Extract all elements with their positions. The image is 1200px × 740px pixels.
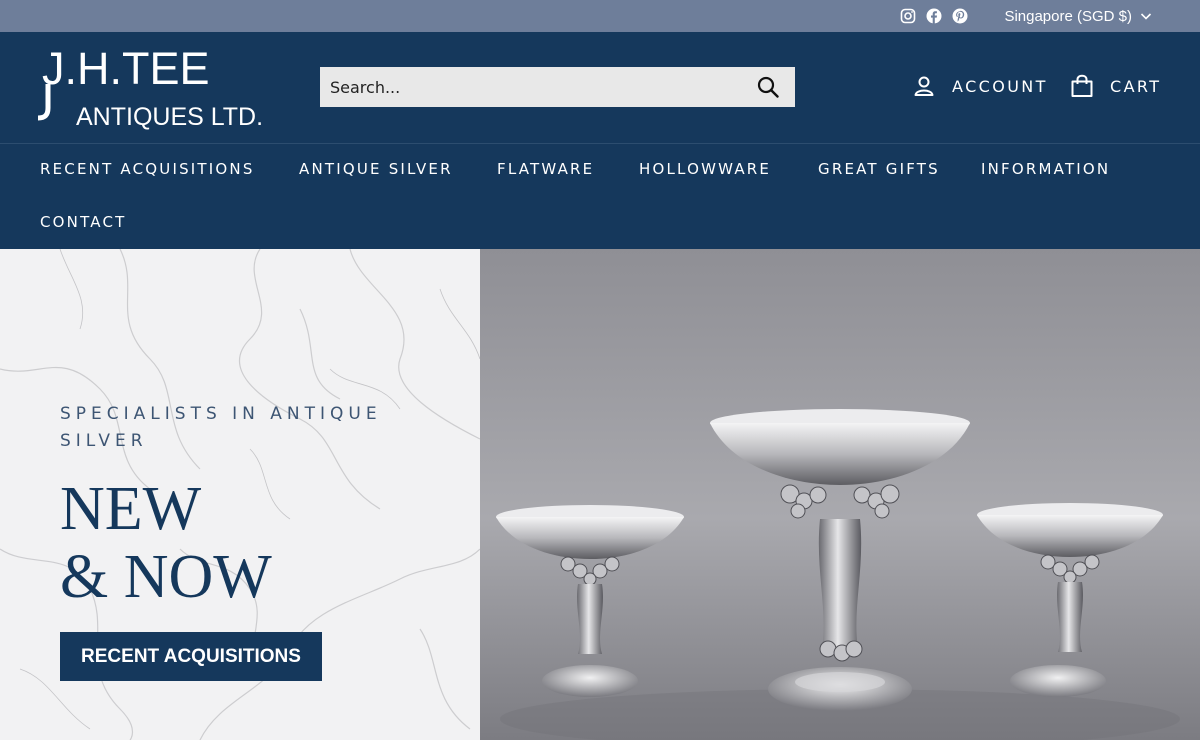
nav-item-flatware[interactable]: FLATWARE xyxy=(497,160,594,178)
hero-headline: NEW & NOW xyxy=(60,475,460,611)
nav-item-great-gifts[interactable]: GREAT GIFTS xyxy=(818,160,940,178)
nav-item-contact[interactable]: CONTACT xyxy=(40,213,127,231)
nav-item-hollowware[interactable]: HOLLOWWARE xyxy=(639,160,771,178)
recent-acquisitions-button[interactable]: RECENT ACQUISITIONS xyxy=(60,632,322,681)
user-icon xyxy=(914,76,934,96)
site-logo[interactable]: J.H.TEE ANTIQUES LTD. xyxy=(37,43,278,131)
chevron-down-icon xyxy=(1140,13,1152,20)
search-input[interactable] xyxy=(320,67,741,107)
hero-product-image xyxy=(480,249,1200,740)
search-button[interactable] xyxy=(741,67,795,107)
nav-item-antique-silver[interactable]: ANTIQUE SILVER xyxy=(299,160,453,178)
cart-label: CART xyxy=(1110,76,1162,96)
cart-link[interactable]: CART xyxy=(1070,74,1161,98)
top-utility-bar: Singapore (SGD $) xyxy=(0,0,1200,32)
search-icon xyxy=(757,76,779,98)
hero-banner: SPECIALISTS IN ANTIQUE SILVER NEW & NOW … xyxy=(0,249,1200,740)
site-header: J.H.TEE ANTIQUES LTD. ACCOUNT CART xyxy=(0,32,1200,144)
social-links xyxy=(900,8,968,24)
nav-item-recent-acquisitions[interactable]: RECENT ACQUISITIONS xyxy=(40,160,255,178)
facebook-icon[interactable] xyxy=(926,8,942,24)
nav-item-information[interactable]: INFORMATION xyxy=(981,160,1110,178)
account-label: ACCOUNT xyxy=(952,76,1048,96)
currency-selector-label: Singapore (SGD $) xyxy=(1004,7,1132,25)
hero-headline-line2: & NOW xyxy=(60,543,272,611)
currency-selector[interactable]: Singapore (SGD $) xyxy=(1004,8,1152,25)
pinterest-icon[interactable] xyxy=(952,8,968,24)
instagram-icon[interactable] xyxy=(900,8,916,24)
shopping-bag-icon xyxy=(1071,74,1093,97)
search-bar xyxy=(320,67,795,107)
hero-eyebrow: SPECIALISTS IN ANTIQUE SILVER xyxy=(60,404,382,451)
hero-headline-line1: NEW xyxy=(60,475,202,543)
account-link[interactable]: ACCOUNT xyxy=(912,74,1048,98)
hero-text-panel: SPECIALISTS IN ANTIQUE SILVER NEW & NOW … xyxy=(0,249,480,740)
logo-line2: ANTIQUES LTD. xyxy=(76,103,263,130)
main-navigation: RECENT ACQUISITIONS ANTIQUE SILVER FLATW… xyxy=(0,144,1200,249)
logo-line1: J.H.TEE xyxy=(42,44,210,94)
